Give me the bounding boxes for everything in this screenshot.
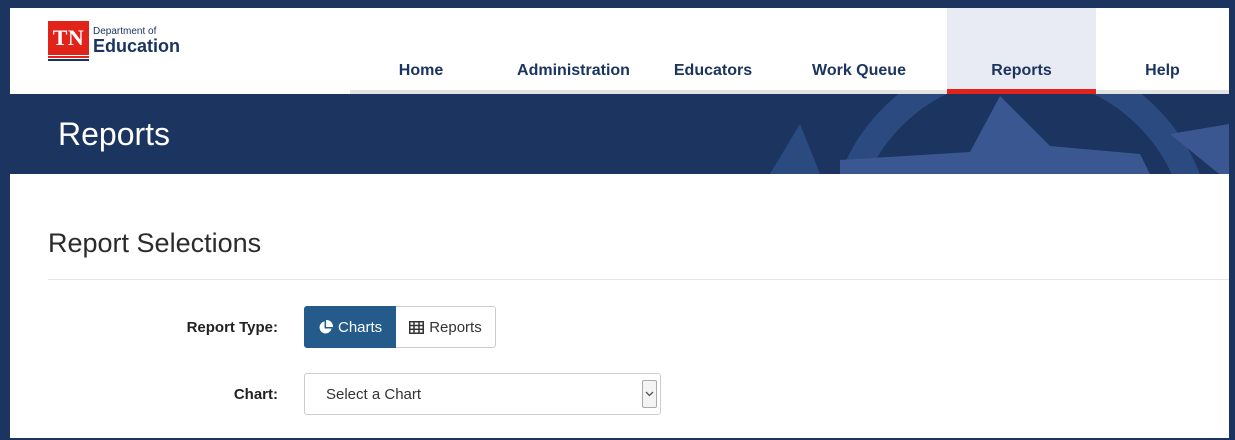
chart-select[interactable]: Select a Chart: [304, 373, 661, 415]
report-type-label: Report Type:: [186, 319, 278, 336]
nav-item-educators[interactable]: Educators: [655, 8, 771, 94]
select-arrow[interactable]: [642, 380, 657, 408]
logo-stripe-navy: [48, 59, 89, 61]
tristar-watermark-icon: [770, 94, 1229, 174]
chevron-down-icon: [645, 391, 654, 397]
nav-item-help[interactable]: Help: [1096, 8, 1229, 94]
tn-education-logo[interactable]: TN Department of Education: [48, 21, 218, 61]
charts-button[interactable]: Charts: [304, 306, 397, 348]
logo-stripe-red: [48, 56, 89, 58]
section-divider: [48, 279, 1229, 280]
app-window: TN Department of Education Home Administ…: [10, 8, 1229, 438]
nav-item-work-queue[interactable]: Work Queue: [771, 8, 947, 94]
reports-button-label: Reports: [429, 318, 482, 336]
nav-item-home[interactable]: Home: [350, 8, 492, 94]
pie-chart-icon: [319, 319, 333, 334]
table-icon: [409, 320, 425, 334]
chart-label: Chart:: [233, 386, 278, 403]
page-banner: Reports: [10, 94, 1229, 174]
report-selections-panel: Report Selections Report Type: Charts Re…: [10, 174, 1229, 438]
page-title: Reports: [58, 116, 171, 152]
site-header: TN Department of Education Home Administ…: [10, 8, 1229, 94]
logo-badge: TN: [48, 21, 89, 55]
nav-item-administration[interactable]: Administration: [492, 8, 655, 94]
report-type-toggle: Charts Reports: [304, 306, 496, 348]
reports-button[interactable]: Reports: [396, 306, 496, 348]
logo-name-text: Education: [93, 36, 181, 56]
section-title: Report Selections: [48, 228, 262, 258]
chart-select-value: Select a Chart: [326, 385, 422, 403]
main-nav: Home Administration Educators Work Queue…: [350, 8, 1229, 94]
nav-item-reports[interactable]: Reports: [947, 8, 1096, 94]
charts-button-label: Charts: [338, 318, 383, 336]
